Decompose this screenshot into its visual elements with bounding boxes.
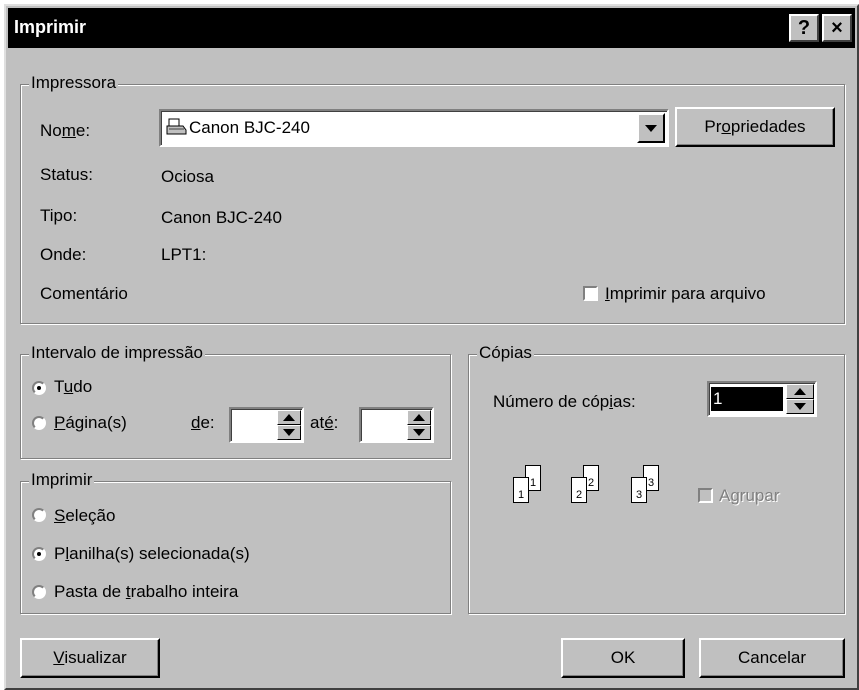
type-label: Tipo: (40, 206, 78, 225)
arrow-down-icon (794, 403, 806, 410)
comment-label: Comentário (40, 284, 128, 303)
entire-workbook-label[interactable]: Pasta de trabalho inteira (54, 582, 238, 602)
selected-sheets-radio[interactable] (32, 547, 46, 561)
dropdown-arrow-button[interactable] (637, 113, 665, 143)
spinner-down-button[interactable] (407, 425, 431, 440)
printer-name-dropdown[interactable]: Canon BJC-240 (159, 109, 669, 147)
status-value: Ociosa (161, 167, 214, 186)
cancel-button[interactable]: Cancelar (699, 638, 845, 678)
help-button[interactable]: ? (789, 14, 819, 42)
spinner-down-button[interactable] (277, 425, 301, 440)
collate-label: Agrupar (719, 486, 780, 505)
selected-sheets-label[interactable]: Planilha(s) selecionada(s) (54, 544, 250, 564)
chevron-down-icon (645, 125, 657, 132)
print-what-group: Imprimir Seleção Planilha(s) selecionada… (20, 470, 451, 614)
printer-name-label: Nome: (40, 121, 91, 140)
all-pages-radio[interactable] (32, 381, 46, 395)
properties-button[interactable]: Propriedades (675, 107, 835, 147)
print-dialog: Imprimir ? × Impressora Nome: Canon BJC-… (4, 4, 859, 690)
spinner-up-button[interactable] (277, 410, 301, 425)
spinner-down-button[interactable] (786, 399, 814, 414)
entire-workbook-radio[interactable] (32, 585, 46, 599)
collate-pages-icon-2: 2 2 (571, 465, 611, 515)
arrow-up-icon (283, 414, 295, 421)
collate-checkbox[interactable] (698, 488, 713, 503)
print-to-file-checkbox[interactable] (583, 286, 598, 301)
copies-group-label: Cópias (477, 343, 534, 363)
pages-label[interactable]: Página(s) (54, 413, 127, 433)
copies-group: Cópias Número de cópias: 1 1 1 2 2 3 3 A… (468, 343, 845, 614)
where-label: Onde: (40, 245, 87, 264)
copies-count-spinner[interactable]: 1 (707, 381, 817, 417)
copies-count-value[interactable]: 1 (711, 387, 783, 411)
arrow-down-icon (413, 429, 425, 436)
arrow-up-icon (413, 414, 425, 421)
from-label: de: (191, 413, 215, 432)
arrow-up-icon (794, 388, 806, 395)
arrow-down-icon (283, 429, 295, 436)
status-label: Status: (40, 165, 93, 184)
from-page-spinner[interactable] (229, 407, 304, 443)
selection-label[interactable]: Seleção (54, 506, 115, 526)
copies-count-label: Número de cópias: (493, 392, 636, 411)
printer-icon (165, 117, 187, 142)
dialog-title: Imprimir (14, 17, 87, 37)
radio-selected-dot (37, 552, 41, 556)
spinner-up-button[interactable] (407, 410, 431, 425)
to-label: até: (310, 413, 339, 432)
preview-button[interactable]: Visualizar (20, 638, 160, 678)
printer-name-value: Canon BJC-240 (189, 118, 310, 137)
to-page-spinner[interactable] (359, 407, 434, 443)
pages-radio[interactable] (32, 416, 46, 430)
print-range-group: Intervalo de impressão Tudo Página(s) de… (20, 343, 451, 459)
close-button[interactable]: × (822, 14, 852, 42)
collate-pages-icon-3: 3 3 (631, 465, 671, 515)
print-what-group-label: Imprimir (29, 470, 95, 490)
collate-pages-icon-1: 1 1 (513, 465, 553, 515)
printer-group: Impressora Nome: Canon BJC-240 Proprieda… (20, 73, 845, 324)
type-value: Canon BJC-240 (161, 208, 282, 227)
radio-selected-dot (37, 386, 41, 390)
where-value: LPT1: (161, 245, 207, 264)
spinner-up-button[interactable] (786, 384, 814, 399)
print-to-file-label[interactable]: Imprimir para arquivo (605, 284, 766, 304)
title-bar: Imprimir ? × (8, 8, 855, 48)
print-range-group-label: Intervalo de impressão (29, 343, 205, 363)
printer-group-label: Impressora (29, 73, 119, 93)
all-pages-label[interactable]: Tudo (54, 377, 92, 397)
ok-button[interactable]: OK (561, 638, 685, 678)
selection-radio[interactable] (32, 508, 46, 522)
